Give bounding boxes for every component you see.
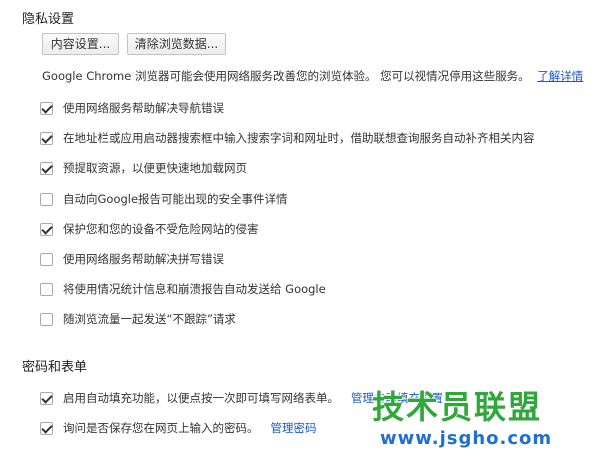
passwords-section-title: 密码和表单	[22, 360, 88, 375]
watermark-brand: 技术员联盟	[372, 388, 543, 426]
option-label: 在地址栏或应用启动器搜索框中输入搜索字词和网址时，借助联想查询服务自动补齐相关内…	[63, 131, 535, 145]
option-spelling-service[interactable]: 使用网络服务帮助解决拼写错误	[40, 250, 224, 268]
option-label: 将使用情况统计信息和崩溃报告自动发送给 Google	[63, 282, 326, 296]
privacy-description-text: Google Chrome 浏览器可能会使用网络服务改善您的浏览体验。 您可以视…	[42, 69, 530, 83]
option-label: 自动向Google报告可能出现的安全事件详情	[63, 192, 288, 206]
option-label: 预提取资源，以便更快速地加载网页	[63, 161, 247, 175]
checkbox[interactable]	[40, 421, 53, 435]
checkbox[interactable]	[40, 131, 53, 145]
option-label: 保护您和您的设备不受危险网站的侵害	[63, 222, 259, 236]
option-do-not-track[interactable]: 随浏览流量一起发送“不跟踪”请求	[40, 310, 236, 328]
option-prefetch-resources[interactable]: 预提取资源，以便更快速地加载网页	[40, 159, 247, 177]
option-search-suggestions[interactable]: 在地址栏或应用启动器搜索框中输入搜索字词和网址时，借助联想查询服务自动补齐相关内…	[40, 129, 535, 147]
checkbox[interactable]	[40, 161, 53, 175]
checkbox[interactable]	[40, 391, 53, 405]
option-label: 使用网络服务帮助解决导航错误	[63, 101, 224, 115]
option-label: 使用网络服务帮助解决拼写错误	[63, 252, 224, 266]
privacy-section-title: 隐私设置	[22, 12, 75, 27]
option-label: 询问是否保存您在网页上输入的密码。	[63, 421, 259, 435]
clear-browsing-data-button[interactable]: 清除浏览数据...	[127, 33, 226, 55]
option-report-security-incidents[interactable]: 自动向Google报告可能出现的安全事件详情	[40, 190, 288, 208]
watermark-url: www.jsgho.com	[380, 428, 553, 449]
checkbox[interactable]	[40, 312, 53, 326]
checkbox[interactable]	[40, 222, 53, 236]
checkbox[interactable]	[40, 252, 53, 266]
option-usage-statistics[interactable]: 将使用情况统计信息和崩溃报告自动发送给 Google	[40, 280, 326, 298]
checkbox[interactable]	[40, 192, 53, 206]
content-settings-button[interactable]: 内容设置...	[42, 33, 119, 55]
option-safe-browsing[interactable]: 保护您和您的设备不受危险网站的侵害	[40, 220, 259, 238]
privacy-description: Google Chrome 浏览器可能会使用网络服务改善您的浏览体验。 您可以视…	[42, 68, 583, 84]
option-label: 随浏览流量一起发送“不跟踪”请求	[63, 312, 236, 326]
option-navigation-errors[interactable]: 使用网络服务帮助解决导航错误	[40, 99, 224, 117]
manage-passwords-link[interactable]: 管理密码	[271, 420, 317, 436]
learn-more-link[interactable]: 了解详情	[537, 69, 583, 83]
option-label: 启用自动填充功能，以便点按一次即可填写网络表单。	[63, 391, 339, 405]
checkbox[interactable]	[40, 282, 53, 296]
option-save-passwords[interactable]: 询问是否保存您在网页上输入的密码。 管理密码	[40, 419, 317, 437]
checkbox[interactable]	[40, 101, 53, 115]
